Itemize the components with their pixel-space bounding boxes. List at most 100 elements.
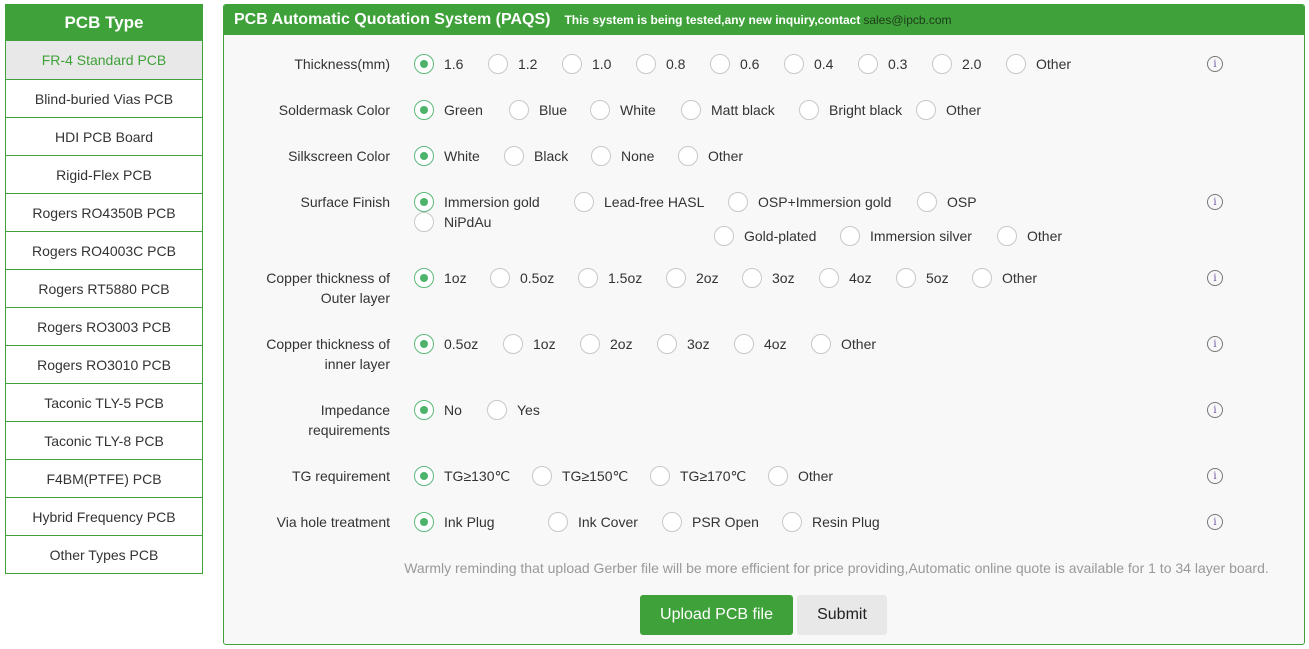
radio-unchecked-icon[interactable] [858, 54, 878, 74]
radio-unchecked-icon[interactable] [578, 268, 598, 288]
info-icon[interactable]: i [1207, 468, 1223, 484]
radio-option[interactable]: Blue [509, 100, 590, 120]
radio-checked-icon[interactable] [414, 146, 434, 166]
radio-checked-icon[interactable] [414, 400, 434, 420]
radio-checked-icon[interactable] [414, 100, 434, 120]
radio-option[interactable]: White [414, 146, 504, 166]
info-icon[interactable]: i [1207, 56, 1223, 72]
upload-pcb-file-button[interactable]: Upload PCB file [640, 595, 793, 635]
radio-option[interactable]: Other [1006, 54, 1080, 74]
radio-option[interactable]: 1.6 [414, 54, 488, 74]
radio-unchecked-icon[interactable] [503, 334, 523, 354]
radio-unchecked-icon[interactable] [657, 334, 677, 354]
radio-unchecked-icon[interactable] [562, 54, 582, 74]
radio-option[interactable]: 1oz [503, 334, 580, 354]
radio-unchecked-icon[interactable] [636, 54, 656, 74]
radio-option[interactable]: Lead-free HASL [574, 192, 728, 212]
radio-unchecked-icon[interactable] [681, 100, 701, 120]
radio-option[interactable]: 5oz [896, 268, 972, 288]
radio-option[interactable]: TG≥130℃ [414, 466, 532, 486]
radio-option[interactable]: Other [997, 226, 1077, 246]
sidebar-item[interactable]: Blind-buried Vias PCB [6, 79, 202, 117]
radio-option[interactable]: Gold-plated [714, 226, 840, 246]
radio-checked-icon[interactable] [414, 192, 434, 212]
radio-unchecked-icon[interactable] [490, 268, 510, 288]
radio-unchecked-icon[interactable] [532, 466, 552, 486]
submit-button[interactable]: Submit [797, 595, 887, 635]
radio-option[interactable]: 0.6 [710, 54, 784, 74]
radio-option[interactable]: 0.5oz [414, 334, 503, 354]
radio-unchecked-icon[interactable] [819, 268, 839, 288]
radio-unchecked-icon[interactable] [590, 100, 610, 120]
radio-option[interactable]: TG≥150℃ [532, 466, 650, 486]
radio-option[interactable]: 1.2 [488, 54, 562, 74]
radio-option[interactable]: 0.3 [858, 54, 932, 74]
radio-unchecked-icon[interactable] [896, 268, 916, 288]
sidebar-item[interactable]: Rogers RT5880 PCB [6, 269, 202, 307]
radio-unchecked-icon[interactable] [742, 268, 762, 288]
radio-option[interactable]: Other [972, 268, 1052, 288]
sidebar-item[interactable]: Rogers RO3003 PCB [6, 307, 202, 345]
radio-option[interactable]: Other [916, 100, 996, 120]
sidebar-item[interactable]: Rogers RO4003C PCB [6, 231, 202, 269]
radio-option[interactable]: 3oz [742, 268, 819, 288]
radio-unchecked-icon[interactable] [488, 54, 508, 74]
radio-unchecked-icon[interactable] [678, 146, 698, 166]
radio-unchecked-icon[interactable] [768, 466, 788, 486]
radio-option[interactable]: OSP [917, 192, 1001, 212]
radio-option[interactable]: Matt black [681, 100, 799, 120]
contact-email-link[interactable]: sales@ipcb.com [863, 13, 951, 27]
radio-unchecked-icon[interactable] [997, 226, 1017, 246]
radio-unchecked-icon[interactable] [414, 212, 434, 232]
info-icon[interactable]: i [1207, 402, 1223, 418]
sidebar-item[interactable]: Rigid-Flex PCB [6, 155, 202, 193]
radio-option[interactable]: Resin Plug [782, 512, 892, 532]
radio-unchecked-icon[interactable] [932, 54, 952, 74]
radio-unchecked-icon[interactable] [840, 226, 860, 246]
radio-option[interactable]: No [414, 400, 487, 420]
radio-option[interactable]: 4oz [819, 268, 896, 288]
radio-option[interactable]: 1oz [414, 268, 490, 288]
radio-unchecked-icon[interactable] [917, 192, 937, 212]
radio-unchecked-icon[interactable] [591, 146, 611, 166]
radio-option[interactable]: PSR Open [662, 512, 782, 532]
radio-option[interactable]: 2.0 [932, 54, 1006, 74]
radio-option[interactable]: OSP+Immersion gold [728, 192, 917, 212]
radio-unchecked-icon[interactable] [504, 146, 524, 166]
radio-unchecked-icon[interactable] [548, 512, 568, 532]
radio-unchecked-icon[interactable] [714, 226, 734, 246]
radio-unchecked-icon[interactable] [487, 400, 507, 420]
radio-unchecked-icon[interactable] [728, 192, 748, 212]
radio-unchecked-icon[interactable] [784, 54, 804, 74]
radio-option[interactable]: None [591, 146, 678, 166]
radio-option[interactable]: 1.0 [562, 54, 636, 74]
sidebar-item[interactable]: HDI PCB Board [6, 117, 202, 155]
radio-option[interactable]: 0.5oz [490, 268, 578, 288]
radio-option[interactable]: Yes [487, 400, 567, 420]
radio-unchecked-icon[interactable] [580, 334, 600, 354]
radio-option[interactable]: Other [811, 334, 891, 354]
radio-option[interactable]: Green [414, 100, 509, 120]
radio-unchecked-icon[interactable] [650, 466, 670, 486]
radio-option[interactable]: Immersion gold [414, 192, 574, 212]
info-icon[interactable]: i [1207, 270, 1223, 286]
sidebar-item[interactable]: Rogers RO3010 PCB [6, 345, 202, 383]
sidebar-item[interactable]: FR-4 Standard PCB [6, 41, 202, 79]
radio-option[interactable]: 2oz [580, 334, 657, 354]
radio-option[interactable]: Black [504, 146, 591, 166]
radio-option[interactable]: 1.5oz [578, 268, 666, 288]
radio-unchecked-icon[interactable] [916, 100, 936, 120]
radio-option[interactable]: 0.8 [636, 54, 710, 74]
radio-unchecked-icon[interactable] [662, 512, 682, 532]
radio-checked-icon[interactable] [414, 466, 434, 486]
info-icon[interactable]: i [1207, 514, 1223, 530]
radio-unchecked-icon[interactable] [1006, 54, 1026, 74]
radio-option[interactable]: TG≥170℃ [650, 466, 768, 486]
sidebar-item[interactable]: F4BM(PTFE) PCB [6, 459, 202, 497]
radio-option[interactable]: Immersion silver [840, 226, 997, 246]
radio-unchecked-icon[interactable] [666, 268, 686, 288]
radio-option[interactable]: 2oz [666, 268, 742, 288]
radio-checked-icon[interactable] [414, 54, 434, 74]
sidebar-item[interactable]: Taconic TLY-5 PCB [6, 383, 202, 421]
radio-unchecked-icon[interactable] [972, 268, 992, 288]
